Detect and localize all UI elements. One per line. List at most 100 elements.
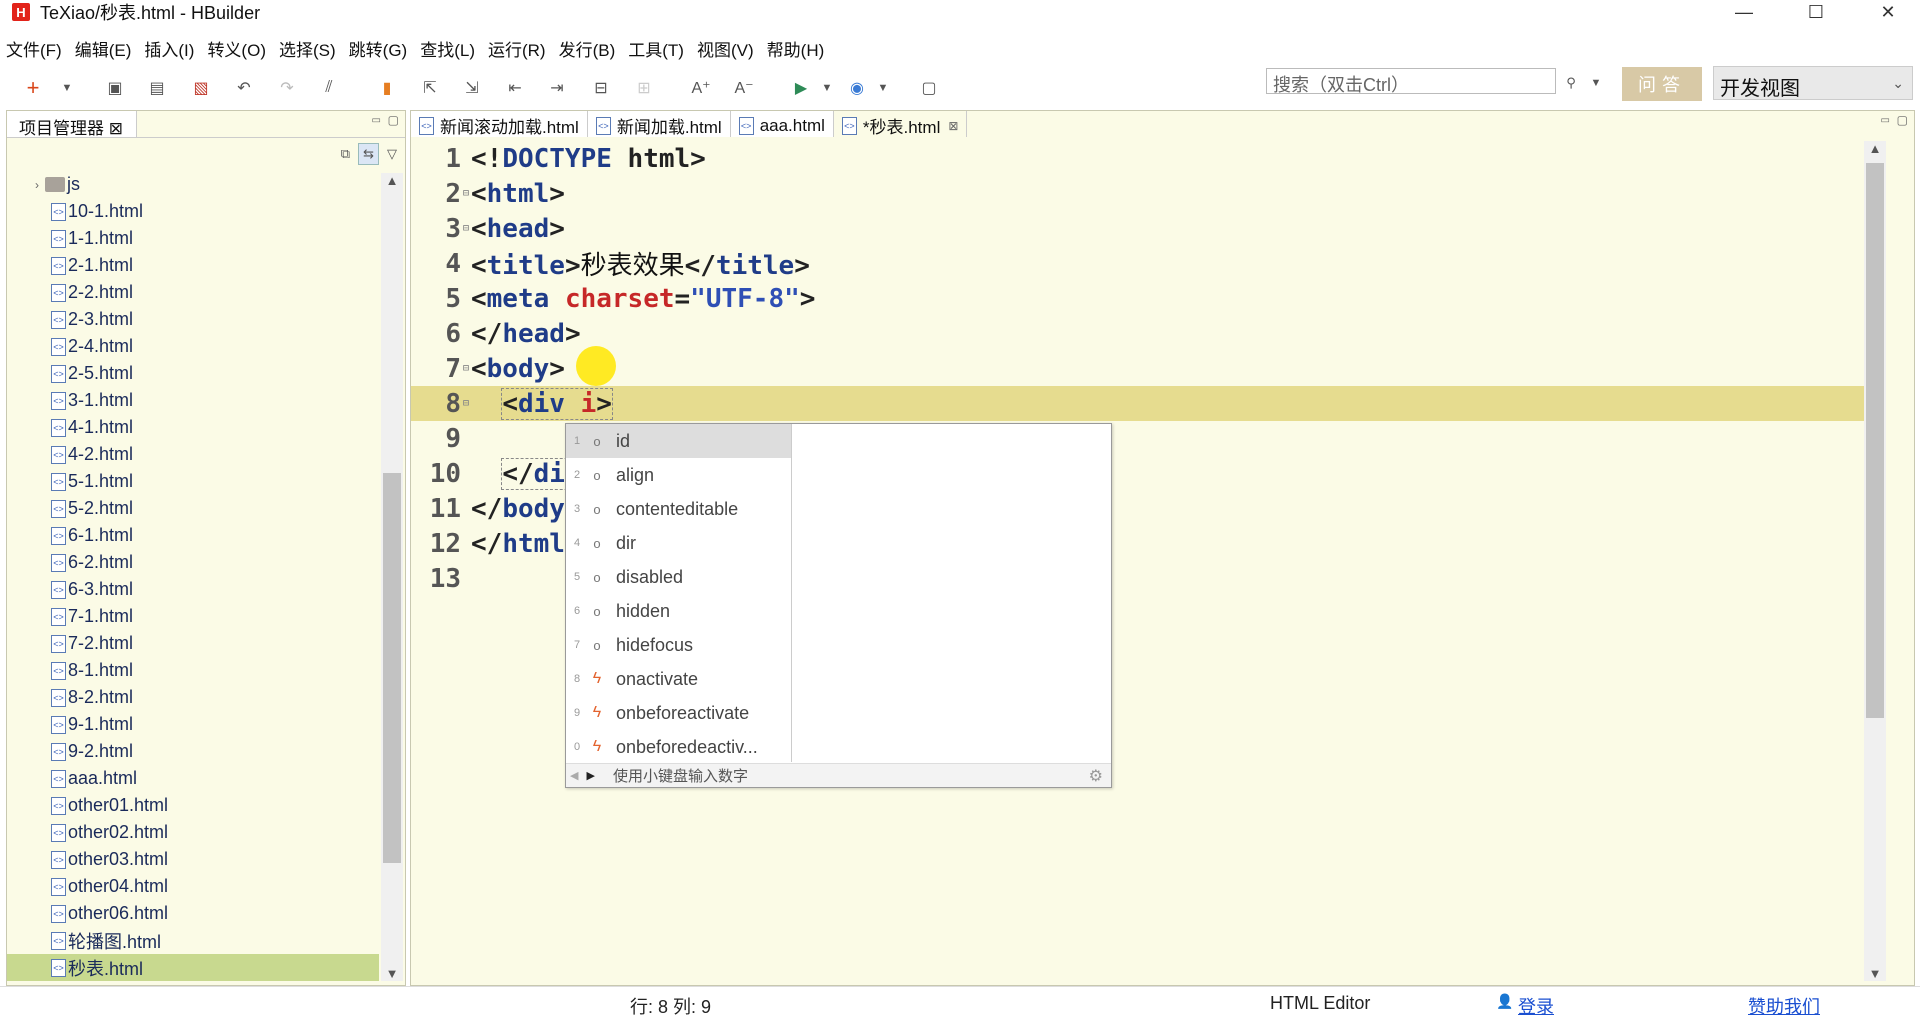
fold-icon[interactable]: ⊟	[463, 363, 471, 374]
search-dropdown-icon[interactable]: ▼	[1585, 72, 1607, 94]
menu-publish[interactable]: 发行(B)	[559, 36, 616, 61]
tree-file-item[interactable]: <> 2-5.html	[7, 360, 379, 387]
run-dropdown-icon[interactable]: ▼	[816, 77, 838, 99]
scroll-down-icon[interactable]: ▼	[381, 966, 403, 981]
editor-tab[interactable]: <> 新闻加载.html	[587, 111, 731, 137]
tree-file-item[interactable]: <> aaa.html	[7, 765, 379, 792]
autocomplete-item[interactable]: 5 o disabled	[566, 560, 791, 594]
menu-tools[interactable]: 工具(T)	[628, 36, 684, 61]
code-line[interactable]: 7 ⊟ <body>	[411, 351, 1871, 386]
menu-insert[interactable]: 插入(I)	[144, 36, 194, 61]
format-icon[interactable]: ⫽	[318, 77, 340, 99]
minimize-panel-icon[interactable]: ▭	[372, 115, 381, 126]
qa-button[interactable]: 问答	[1622, 67, 1702, 101]
editor-tab[interactable]: <> *秒表.html ⊠	[833, 111, 968, 137]
login-link[interactable]: 登录	[1518, 993, 1554, 1019]
menu-view[interactable]: 视图(V)	[697, 36, 754, 61]
search-input[interactable]: 搜索（双击Ctrl）	[1266, 68, 1556, 95]
tree-folder-js[interactable]: › js	[7, 171, 379, 198]
tree-file-item[interactable]: <> 2-1.html	[7, 252, 379, 279]
chevron-right-icon[interactable]: ›	[35, 178, 39, 192]
minimize-editor-icon[interactable]: ▭	[1881, 115, 1890, 126]
scroll-down-icon[interactable]: ▼	[1864, 966, 1886, 981]
prev-bookmark-icon[interactable]: ⇱	[419, 77, 441, 99]
maximize-button[interactable]: ☐	[1786, 0, 1846, 24]
scroll-left-icon[interactable]: ◀	[570, 769, 578, 782]
code-line-current[interactable]: 8 ⊟ <div i>	[411, 386, 1871, 421]
tree-file-item[interactable]: <> 5-2.html	[7, 495, 379, 522]
tree-file-item[interactable]: <> 6-1.html	[7, 522, 379, 549]
scroll-up-icon[interactable]: ▲	[1864, 141, 1886, 156]
tree-file-item[interactable]: <> 9-2.html	[7, 738, 379, 765]
close-button[interactable]: ✕	[1858, 0, 1918, 24]
browser-icon[interactable]: ◉	[846, 77, 868, 99]
tree-file-item[interactable]: <> 秒表.html	[7, 954, 379, 981]
preview-icon[interactable]: ▢	[918, 77, 940, 99]
tree-file-item[interactable]: <> 4-2.html	[7, 441, 379, 468]
project-scrollbar-thumb[interactable]	[383, 473, 401, 863]
code-line[interactable]: 5 <meta charset="UTF-8">	[411, 281, 1871, 316]
tree-file-item[interactable]: <> other04.html	[7, 873, 379, 900]
autocomplete-item[interactable]: 0 ϟ onbeforedeactiv...	[566, 730, 791, 764]
tree-file-item[interactable]: <> 8-1.html	[7, 657, 379, 684]
save-icon[interactable]: ▣	[104, 77, 126, 99]
save-all-icon[interactable]: ▤	[146, 77, 168, 99]
fold-icon[interactable]: ⊟	[463, 188, 471, 199]
editor-scrollbar[interactable]: ▲ ▼	[1864, 141, 1886, 981]
browser-dropdown-icon[interactable]: ▼	[872, 77, 894, 99]
autocomplete-item[interactable]: 3 o contenteditable	[566, 492, 791, 526]
tree-file-item[interactable]: <> 10-1.html	[7, 198, 379, 225]
indent-right-icon[interactable]: ⇥	[546, 77, 568, 99]
tree-file-item[interactable]: <> 2-3.html	[7, 306, 379, 333]
code-line[interactable]: 4 <title>秒表效果</title>	[411, 246, 1871, 282]
menu-select[interactable]: 选择(S)	[279, 36, 336, 61]
maximize-editor-icon[interactable]: ▢	[1897, 113, 1908, 127]
project-scrollbar[interactable]: ▲ ▼	[381, 173, 403, 981]
undo-icon[interactable]: ↶	[233, 77, 255, 99]
scroll-right-icon[interactable]: ▶	[586, 769, 594, 782]
gear-icon[interactable]: ⚙	[1089, 766, 1103, 786]
menu-help[interactable]: 帮助(H)	[767, 36, 825, 61]
tree-file-item[interactable]: <> 7-2.html	[7, 630, 379, 657]
tree-file-item[interactable]: <> 6-3.html	[7, 576, 379, 603]
redo-icon[interactable]: ↷	[276, 77, 298, 99]
sponsor-link[interactable]: 赞助我们	[1748, 993, 1820, 1019]
autocomplete-item[interactable]: 2 o align	[566, 458, 791, 492]
bookmark-icon[interactable]: ▮	[376, 77, 398, 99]
editor-tab[interactable]: <> aaa.html	[730, 111, 834, 137]
tree-file-item[interactable]: <> 4-1.html	[7, 414, 379, 441]
autocomplete-item[interactable]: 4 o dir	[566, 526, 791, 560]
fold-icon[interactable]: ⊟	[463, 398, 471, 409]
autocomplete-item[interactable]: 1 o id	[566, 424, 791, 458]
menu-edit[interactable]: 编辑(E)	[75, 36, 132, 61]
autocomplete-item[interactable]: 7 o hidefocus	[566, 628, 791, 662]
close-file-icon[interactable]: ▧	[190, 77, 212, 99]
tree-file-item[interactable]: <> 8-2.html	[7, 684, 379, 711]
tree-file-item[interactable]: <> 2-2.html	[7, 279, 379, 306]
menu-goto[interactable]: 跳转(G)	[349, 36, 408, 61]
menu-find[interactable]: 查找(L)	[420, 36, 475, 61]
new-file-icon[interactable]: +	[22, 75, 44, 100]
indent-left-icon[interactable]: ⇤	[504, 77, 526, 99]
tree-file-item[interactable]: <> 7-1.html	[7, 603, 379, 630]
tree-file-item[interactable]: <> 3-1.html	[7, 387, 379, 414]
tree-file-item[interactable]: <> 9-1.html	[7, 711, 379, 738]
new-dropdown-icon[interactable]: ▼	[56, 77, 78, 99]
tree-file-item[interactable]: <> 6-2.html	[7, 549, 379, 576]
code-line[interactable]: 1 <!DOCTYPE html>	[411, 141, 1871, 176]
code-line[interactable]: 6 </head>	[411, 316, 1871, 351]
scroll-up-icon[interactable]: ▲	[381, 173, 403, 188]
close-tab-icon[interactable]: ⊠	[948, 119, 958, 133]
code-line[interactable]: 2 ⊟ <html>	[411, 176, 1871, 211]
project-manager-tab[interactable]: 项目管理器 ⊠	[7, 111, 137, 138]
run-icon[interactable]: ▶	[790, 77, 812, 99]
minimize-button[interactable]: —	[1714, 0, 1774, 24]
tree-file-item[interactable]: <> 1-1.html	[7, 225, 379, 252]
tree-file-item[interactable]: <> 2-4.html	[7, 333, 379, 360]
tree-file-item[interactable]: <> other03.html	[7, 846, 379, 873]
next-bookmark-icon[interactable]: ⇲	[461, 77, 483, 99]
code-line[interactable]: 3 ⊟ <head>	[411, 211, 1871, 246]
editor-tab[interactable]: <> 新闻滚动加载.html	[411, 111, 588, 137]
tree-file-item[interactable]: <> other01.html	[7, 792, 379, 819]
tree-file-item[interactable]: <> other02.html	[7, 819, 379, 846]
